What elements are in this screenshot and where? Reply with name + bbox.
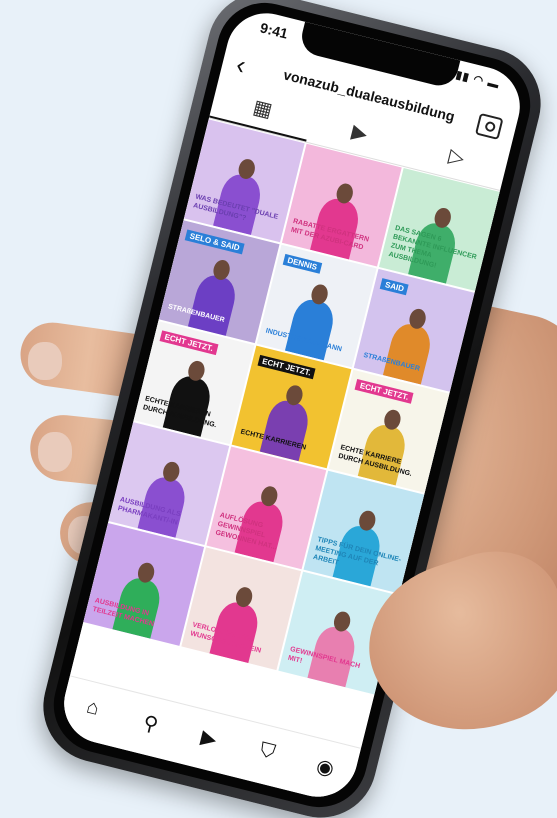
- fingernail: [28, 342, 62, 380]
- post-tag: ECHT JETZT.: [159, 330, 219, 356]
- nav-search[interactable]: ⚲: [119, 704, 183, 743]
- nav-home[interactable]: ⌂: [61, 690, 125, 727]
- play-icon: ▷: [446, 144, 467, 170]
- fingernail: [38, 432, 72, 472]
- post-tag: ECHT JETZT.: [257, 354, 316, 380]
- search-icon: ⚲: [140, 711, 161, 737]
- reels-icon: ▶: [349, 120, 370, 146]
- status-time: 9:41: [258, 19, 290, 42]
- post-tag: SAID: [380, 278, 410, 296]
- photo-scene: 9:41 ▮▮▮ ◠ ▬ ‹ vonazub_dualeausbildung ▦…: [0, 0, 557, 818]
- post-tag: SELO & SAID: [184, 229, 245, 255]
- shop-icon: ⛉: [257, 738, 278, 764]
- nav-shop[interactable]: ⛉: [235, 733, 299, 770]
- post-tag: ECHT JETZT.: [354, 379, 414, 404]
- post-tag: DENNIS: [282, 253, 323, 274]
- nav-profile[interactable]: ◉: [293, 748, 357, 787]
- tagged-icon[interactable]: [474, 112, 504, 141]
- reels-icon: ▶: [198, 726, 219, 752]
- nav-reels[interactable]: ▶: [177, 719, 241, 758]
- grid-icon: ▦: [250, 96, 275, 123]
- profile-icon: ◉: [314, 755, 337, 781]
- home-icon: ⌂: [84, 695, 102, 720]
- chevron-left-icon[interactable]: ‹: [233, 49, 249, 80]
